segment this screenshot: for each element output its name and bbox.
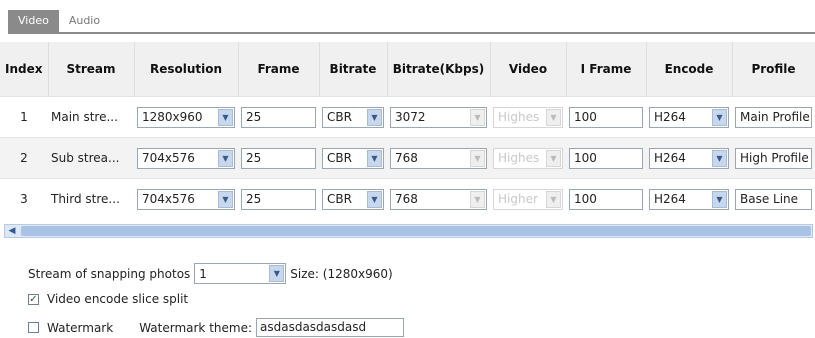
chevron-down-icon: ▼ [546, 108, 561, 126]
row-index: 1 [0, 96, 48, 138]
stream-table: Index Stream Resolution Frame Bitrate Bi… [0, 42, 815, 219]
table-row: 1 Main stre... 1280x960 ▼ 25 CBR ▼ 3072 ▼ H… [0, 96, 815, 138]
tab-audio[interactable]: Audio [59, 10, 110, 32]
video-quality-select: Higher ▼ [493, 188, 563, 210]
iframe-input[interactable]: 100 [569, 106, 643, 128]
row-stream-name: Sub strea... [48, 137, 134, 179]
chevron-down-icon: ▼ [470, 149, 485, 167]
profile-field[interactable]: Base Line [735, 188, 812, 210]
bitrate-kbps-select[interactable]: 3072 ▼ [390, 106, 487, 128]
chevron-down-icon: ▼ [367, 190, 382, 208]
video-quality-select: Highes ▼ [493, 106, 563, 128]
resolution-select[interactable]: 704x576 ▼ [137, 147, 235, 169]
bitrate-mode-select[interactable]: CBR ▼ [322, 188, 384, 210]
header-video: Video [490, 42, 567, 97]
iframe-input[interactable]: 100 [569, 188, 643, 210]
chevron-down-icon: ▼ [470, 108, 485, 126]
chevron-down-icon: ▼ [218, 108, 233, 126]
profile-field[interactable]: Main Profile [735, 106, 812, 128]
scrollbar-thumb[interactable] [21, 226, 811, 236]
watermark-label: Watermark [47, 320, 114, 335]
frame-input[interactable]: 25 [241, 147, 316, 169]
chevron-down-icon: ▼ [546, 149, 561, 167]
row-stream-name: Third stre... [48, 178, 134, 219]
header-bitrate-kbps: Bitrate(Kbps) [387, 42, 491, 97]
tab-bar: Video Audio [8, 10, 110, 32]
header-profile: Profile [732, 42, 815, 97]
snapping-size-text: Size: (1280x960) [290, 266, 393, 281]
iframe-input[interactable]: 100 [569, 147, 643, 169]
watermark-checkbox[interactable] [28, 322, 39, 333]
snapping-label: Stream of snapping photos [28, 266, 191, 281]
table-header-row: Index Stream Resolution Frame Bitrate Bi… [0, 42, 815, 97]
chevron-down-icon: ▼ [712, 190, 727, 208]
header-stream: Stream [48, 42, 135, 97]
chevron-down-icon: ▼ [218, 149, 233, 167]
header-encode: Encode [646, 42, 733, 97]
chevron-down-icon: ▼ [367, 149, 382, 167]
encode-select[interactable]: H264 ▼ [649, 147, 729, 169]
watermark-theme-input[interactable]: asdasdasdasdasd [256, 318, 404, 337]
frame-input[interactable]: 25 [241, 188, 316, 210]
chevron-down-icon: ▼ [470, 190, 485, 208]
chevron-down-icon: ▼ [218, 190, 233, 208]
header-frame: Frame [238, 42, 320, 97]
video-quality-select: Highes ▼ [493, 147, 563, 169]
snapping-row: Stream of snapping photos 1 ▼ Size: (1280… [28, 263, 393, 284]
table-row: 2 Sub strea... 704x576 ▼ 25 CBR ▼ 768 ▼ Hig… [0, 137, 815, 179]
row-stream-name: Main stre... [48, 96, 134, 138]
row-index: 2 [0, 137, 48, 179]
header-iframe: I Frame [566, 42, 647, 97]
chevron-down-icon: ▼ [546, 190, 561, 208]
resolution-select[interactable]: 1280x960 ▼ [137, 106, 235, 128]
chevron-down-icon: ▼ [269, 265, 285, 282]
tab-underline [8, 32, 815, 34]
resolution-select[interactable]: 704x576 ▼ [137, 188, 235, 210]
encode-select[interactable]: H264 ▼ [649, 106, 729, 128]
chevron-down-icon: ▼ [712, 149, 727, 167]
watermark-theme-label: Watermark theme: [139, 320, 252, 335]
header-index: Index [0, 42, 49, 97]
bitrate-mode-select[interactable]: CBR ▼ [322, 106, 384, 128]
encode-select[interactable]: H264 ▼ [649, 188, 729, 210]
frame-input[interactable]: 25 [241, 106, 316, 128]
chevron-down-icon: ▼ [712, 108, 727, 126]
bitrate-kbps-select[interactable]: 768 ▼ [390, 188, 487, 210]
scroll-left-icon[interactable]: ◀ [5, 225, 19, 237]
header-bitrate: Bitrate [319, 42, 388, 97]
watermark-row: Watermark Watermark theme: asdasdasdasda… [28, 318, 404, 337]
snapping-stream-select[interactable]: 1 ▼ [194, 263, 287, 284]
row-index: 3 [0, 178, 48, 219]
chevron-down-icon: ▼ [367, 108, 382, 126]
bitrate-mode-select[interactable]: CBR ▼ [322, 147, 384, 169]
horizontal-scrollbar[interactable]: ◀ [4, 224, 813, 238]
slice-split-checkbox[interactable]: ✓ [28, 293, 39, 305]
bitrate-kbps-select[interactable]: 768 ▼ [390, 147, 487, 169]
tab-video[interactable]: Video [8, 10, 59, 32]
header-resolution: Resolution [134, 42, 239, 97]
slice-split-label: Video encode slice split [47, 292, 189, 306]
table-row: 3 Third stre... 704x576 ▼ 25 CBR ▼ 768 ▼ Hi… [0, 178, 815, 219]
slice-split-row: ✓ Video encode slice split [28, 292, 188, 306]
profile-field[interactable]: High Profile [735, 147, 812, 169]
